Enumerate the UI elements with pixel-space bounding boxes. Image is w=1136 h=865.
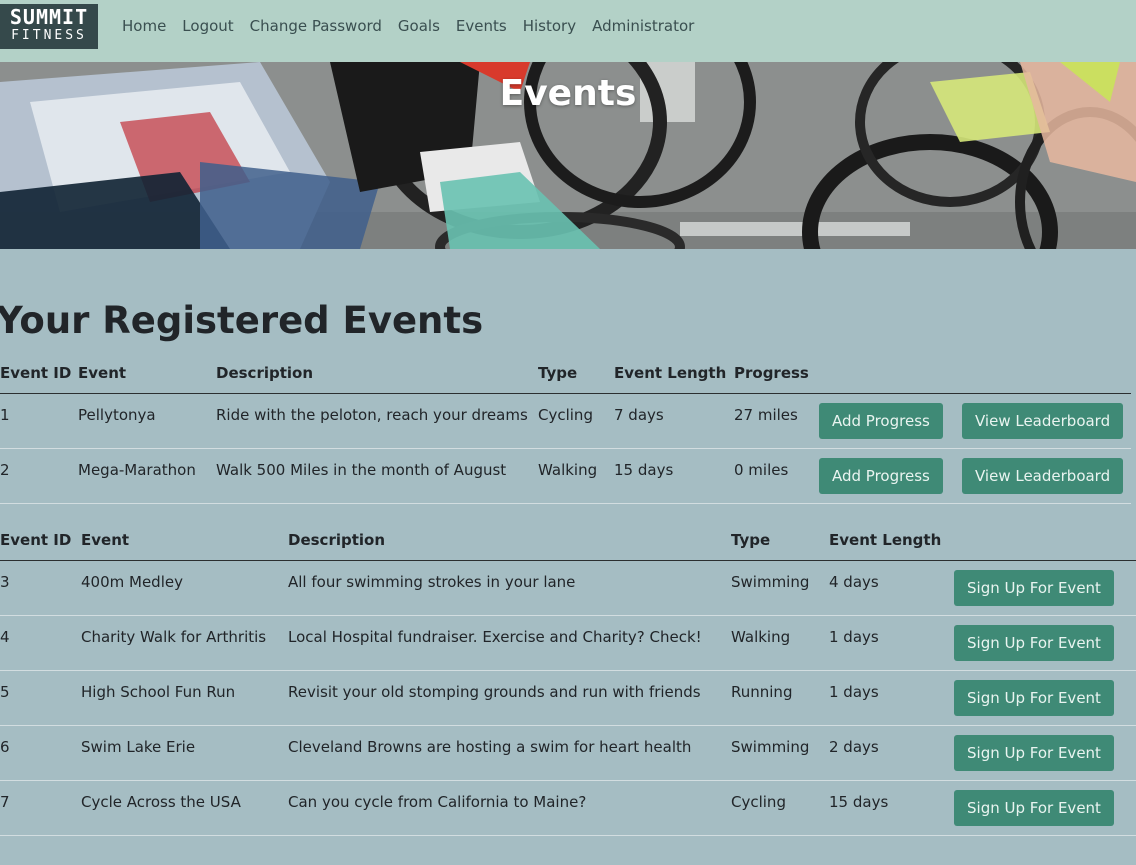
col-header-type: Type <box>538 352 614 394</box>
nav-link-goals[interactable]: Goals <box>398 17 440 35</box>
col-header-empty <box>819 352 962 394</box>
add-progress-button[interactable]: Add Progress <box>819 403 943 439</box>
event-length-cell: 15 days <box>614 461 674 479</box>
event-name-cell: Cycle Across the USA <box>81 793 241 811</box>
col-header-event-id: Event ID <box>0 352 78 394</box>
nav-links: Home Logout Change Password Goals Events… <box>122 17 694 35</box>
registered-events-heading: Your Registered Events <box>0 299 484 342</box>
event-name-cell: Pellytonya <box>78 406 156 424</box>
table-row: 1 Pellytonya Ride with the peloton, reac… <box>0 393 1131 449</box>
event-name-cell: Mega-Marathon <box>78 461 196 479</box>
event-description-cell: Revisit your old stomping grounds and ru… <box>288 683 701 701</box>
event-type-cell: Walking <box>731 628 791 646</box>
event-id-cell: 1 <box>0 406 10 424</box>
logo-top-text: SUMMIT <box>9 5 89 29</box>
event-name-cell: 400m Medley <box>81 573 183 591</box>
event-id-cell: 7 <box>0 793 10 811</box>
event-length-cell: 7 days <box>614 406 664 424</box>
registered-events-table: Event ID Event Description Type Event Le… <box>0 352 1131 504</box>
page-title: Events <box>499 73 637 114</box>
col-header-description: Description <box>216 352 538 394</box>
col-header-empty <box>954 519 1136 561</box>
table-row: 4 Charity Walk for Arthritis Local Hospi… <box>0 615 1136 671</box>
event-id-cell: 5 <box>0 683 10 701</box>
col-header-event: Event <box>81 519 288 561</box>
table-header-row: Event ID Event Description Type Event Le… <box>0 519 1136 561</box>
col-header-event-id: Event ID <box>0 519 81 561</box>
view-leaderboard-button[interactable]: View Leaderboard <box>962 458 1124 494</box>
sign-up-button[interactable]: Sign Up For Event <box>954 790 1114 826</box>
event-name-cell: Charity Walk for Arthritis <box>81 628 267 646</box>
event-description-cell: Ride with the peloton, reach your dreams <box>216 406 528 424</box>
table-row: 5 High School Fun Run Revisit your old s… <box>0 670 1136 726</box>
sign-up-button[interactable]: Sign Up For Event <box>954 735 1114 771</box>
event-progress-cell: 0 miles <box>734 461 789 479</box>
col-header-event-length: Event Length <box>614 352 734 394</box>
view-leaderboard-button[interactable]: View Leaderboard <box>962 403 1124 439</box>
nav-link-administrator[interactable]: Administrator <box>592 17 694 35</box>
add-progress-button[interactable]: Add Progress <box>819 458 943 494</box>
event-progress-cell: 27 miles <box>734 406 798 424</box>
nav-link-events[interactable]: Events <box>456 17 507 35</box>
event-id-cell: 4 <box>0 628 10 646</box>
event-length-cell: 4 days <box>829 573 879 591</box>
col-header-description: Description <box>288 519 731 561</box>
col-header-event: Event <box>78 352 216 394</box>
col-header-progress: Progress <box>734 352 819 394</box>
event-description-cell: Walk 500 Miles in the month of August <box>216 461 507 479</box>
event-length-cell: 1 days <box>829 683 879 701</box>
table-row: 7 Cycle Across the USA Can you cycle fro… <box>0 780 1136 836</box>
nav-link-change-password[interactable]: Change Password <box>250 17 382 35</box>
event-length-cell: 1 days <box>829 628 879 646</box>
logo-bottom-text: FITNESS <box>11 28 87 43</box>
event-type-cell: Cycling <box>538 406 593 424</box>
event-length-cell: 2 days <box>829 738 879 756</box>
event-description-cell: Local Hospital fundraiser. Exercise and … <box>288 628 702 646</box>
event-id-cell: 2 <box>0 461 10 479</box>
event-length-cell: 15 days <box>829 793 889 811</box>
navbar: SUMMIT FITNESS Home Logout Change Passwo… <box>0 0 1136 62</box>
sign-up-button[interactable]: Sign Up For Event <box>954 680 1114 716</box>
col-header-empty <box>962 352 1131 394</box>
event-id-cell: 3 <box>0 573 10 591</box>
event-description-cell: All four swimming strokes in your lane <box>288 573 576 591</box>
sign-up-button[interactable]: Sign Up For Event <box>954 625 1114 661</box>
event-type-cell: Walking <box>538 461 598 479</box>
event-type-cell: Swimming <box>731 738 810 756</box>
event-name-cell: Swim Lake Erie <box>81 738 196 756</box>
event-name-cell: High School Fun Run <box>81 683 236 701</box>
table-row: 3 400m Medley All four swimming strokes … <box>0 560 1136 616</box>
event-type-cell: Swimming <box>731 573 810 591</box>
col-header-event-length: Event Length <box>829 519 954 561</box>
sign-up-button[interactable]: Sign Up For Event <box>954 570 1114 606</box>
table-row: 2 Mega-Marathon Walk 500 Miles in the mo… <box>0 448 1131 504</box>
table-header-row: Event ID Event Description Type Event Le… <box>0 352 1131 394</box>
event-type-cell: Running <box>731 683 793 701</box>
nav-link-logout[interactable]: Logout <box>182 17 233 35</box>
hero-banner: Events <box>0 62 1136 249</box>
table-row: 6 Swim Lake Erie Cleveland Browns are ho… <box>0 725 1136 781</box>
event-description-cell: Can you cycle from California to Maine? <box>288 793 587 811</box>
event-description-cell: Cleveland Browns are hosting a swim for … <box>288 738 692 756</box>
event-type-cell: Cycling <box>731 793 786 811</box>
col-header-type: Type <box>731 519 829 561</box>
event-id-cell: 6 <box>0 738 10 756</box>
available-events-table: Event ID Event Description Type Event Le… <box>0 519 1136 836</box>
summit-fitness-logo[interactable]: SUMMIT FITNESS <box>0 4 98 49</box>
nav-link-home[interactable]: Home <box>122 17 166 35</box>
nav-link-history[interactable]: History <box>523 17 576 35</box>
